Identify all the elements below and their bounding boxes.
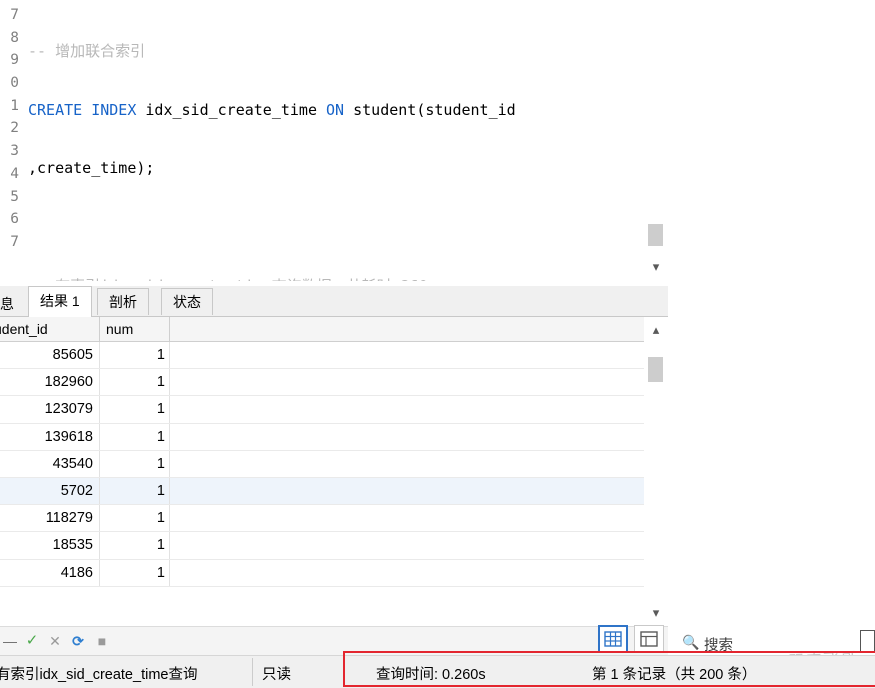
table-row[interactable]: 85605 1 xyxy=(0,342,644,370)
line-number: 9 xyxy=(10,52,19,69)
line-number: 5 xyxy=(10,188,19,205)
sql-keyword: ON xyxy=(326,100,345,119)
editor-gutter: 7 8 9 0 1 2 3 4 5 6 7 xyxy=(0,0,22,281)
cell-num[interactable]: 1 xyxy=(100,450,170,477)
cell-student-id[interactable]: 139618 xyxy=(0,423,100,450)
grid-scrollbar-thumb[interactable] xyxy=(648,357,663,382)
code-line: -- 增加联合索引 xyxy=(22,40,644,63)
code-line: CREATE INDEX idx_sid_create_time ON stud… xyxy=(22,99,644,122)
table-row[interactable]: 4186 1 xyxy=(0,559,644,587)
editor-scrollbar-thumb[interactable] xyxy=(648,224,663,246)
chevron-down-icon[interactable]: ▾ xyxy=(644,602,668,624)
cell-student-id[interactable]: 18535 xyxy=(0,532,100,559)
status-query-label: 有索引idx_sid_create_time查询 xyxy=(0,667,198,683)
line-number: 2 xyxy=(10,120,19,137)
table-row[interactable]: 43540 1 xyxy=(0,450,644,478)
cell-num[interactable]: 1 xyxy=(100,342,170,369)
code-line: ,create_time); xyxy=(22,157,644,180)
form-view-button[interactable] xyxy=(634,625,664,653)
status-divider xyxy=(252,658,253,686)
line-number: 7 xyxy=(10,7,19,23)
search-icon: 🔍 xyxy=(682,634,700,650)
cell-student-id[interactable]: 4186 xyxy=(0,559,100,586)
column-header-student-id[interactable]: udent_id xyxy=(0,317,100,341)
cell-num[interactable]: 1 xyxy=(100,477,170,505)
cell-student-id[interactable]: 43540 xyxy=(0,450,100,477)
code-comment: -- 有索引idx_sid_create_time查询数据，共耗时 260ms xyxy=(28,277,446,281)
taskbar-task-view-button[interactable] xyxy=(860,630,875,652)
form-view-icon xyxy=(640,631,658,647)
result-tabstrip[interactable]: 息 结果 1 剖析 状态 xyxy=(0,286,668,317)
table-row[interactable]: 139618 1 xyxy=(0,423,644,451)
editor-code-area[interactable]: -- 增加联合索引 CREATE INDEX idx_sid_create_ti… xyxy=(22,0,644,281)
code-comment: -- 增加联合索引 xyxy=(28,42,146,60)
cell-num[interactable]: 1 xyxy=(100,532,170,559)
cell-num[interactable]: 1 xyxy=(100,559,170,586)
line-number: 8 xyxy=(10,29,19,46)
stop-icon[interactable]: ■ xyxy=(92,631,112,651)
cell-student-id[interactable]: 182960 xyxy=(0,369,100,396)
line-number: 4 xyxy=(10,165,19,182)
table-row[interactable]: 118279 1 xyxy=(0,505,644,533)
grid-vertical-scrollbar[interactable]: ▴ ▾ xyxy=(644,317,668,626)
grid-view-button[interactable] xyxy=(598,625,628,653)
column-header-num[interactable]: num xyxy=(100,317,170,341)
cell-student-id[interactable]: 85605 xyxy=(0,342,100,369)
line-number: 0 xyxy=(10,75,19,92)
desktop-background xyxy=(668,0,875,655)
editor-vertical-scrollbar[interactable]: ▾ xyxy=(643,0,668,281)
line-number: 1 xyxy=(10,97,19,114)
grid-body[interactable]: 85605 1 182960 1 123079 1 139618 1 43540… xyxy=(0,342,644,587)
sql-keyword: INDEX xyxy=(91,100,137,119)
chevron-up-icon[interactable]: ▴ xyxy=(644,319,668,341)
minus-icon[interactable]: — xyxy=(0,631,20,651)
cell-num[interactable]: 1 xyxy=(100,505,170,532)
grid-header-row: udent_id num xyxy=(0,317,644,342)
code-text: idx_sid_create_time xyxy=(136,100,327,119)
table-row[interactable]: 18535 1 xyxy=(0,532,644,560)
apply-check-icon[interactable]: ✓ xyxy=(22,631,42,651)
table-row[interactable]: 182960 1 xyxy=(0,369,644,397)
status-readonly: 只读 xyxy=(262,667,291,683)
cell-num[interactable]: 1 xyxy=(100,423,170,450)
status-highlight-box xyxy=(343,651,875,687)
sql-keyword: CREATE xyxy=(28,100,83,119)
refresh-icon[interactable]: ⟳ xyxy=(68,631,88,651)
code-text: student(student_id xyxy=(344,100,516,119)
cancel-x-icon[interactable]: ✕ xyxy=(45,631,65,651)
table-row[interactable]: 123079 1 xyxy=(0,396,644,424)
chevron-down-icon[interactable]: ▾ xyxy=(644,256,668,278)
cell-student-id[interactable]: 5702 xyxy=(0,477,100,505)
line-number: 3 xyxy=(10,143,19,160)
tab-fragment-label: 息 xyxy=(0,296,14,312)
line-number: 6 xyxy=(10,211,19,228)
result-grid[interactable]: udent_id num 85605 1 182960 1 123079 1 1… xyxy=(0,317,668,626)
sql-editor[interactable]: 7 8 9 0 1 2 3 4 5 6 7 -- 增加联合索引 CREATE I… xyxy=(0,0,668,281)
cell-num[interactable]: 1 xyxy=(100,396,170,423)
cell-num[interactable]: 1 xyxy=(100,369,170,396)
tab-result-1[interactable]: 结果 1 xyxy=(28,286,92,317)
code-text: ,create_time); xyxy=(28,159,155,178)
table-row[interactable]: 5702 1 xyxy=(0,477,644,506)
tab-profile[interactable]: 剖析 xyxy=(97,288,149,315)
grid-view-icon xyxy=(604,631,622,647)
line-number: 7 xyxy=(10,233,19,250)
code-line: -- 有索引idx_sid_create_time查询数据，共耗时 260ms xyxy=(22,275,644,281)
tab-status[interactable]: 状态 xyxy=(161,288,213,315)
cell-student-id[interactable]: 118279 xyxy=(0,505,100,532)
cell-student-id[interactable]: 123079 xyxy=(0,396,100,423)
